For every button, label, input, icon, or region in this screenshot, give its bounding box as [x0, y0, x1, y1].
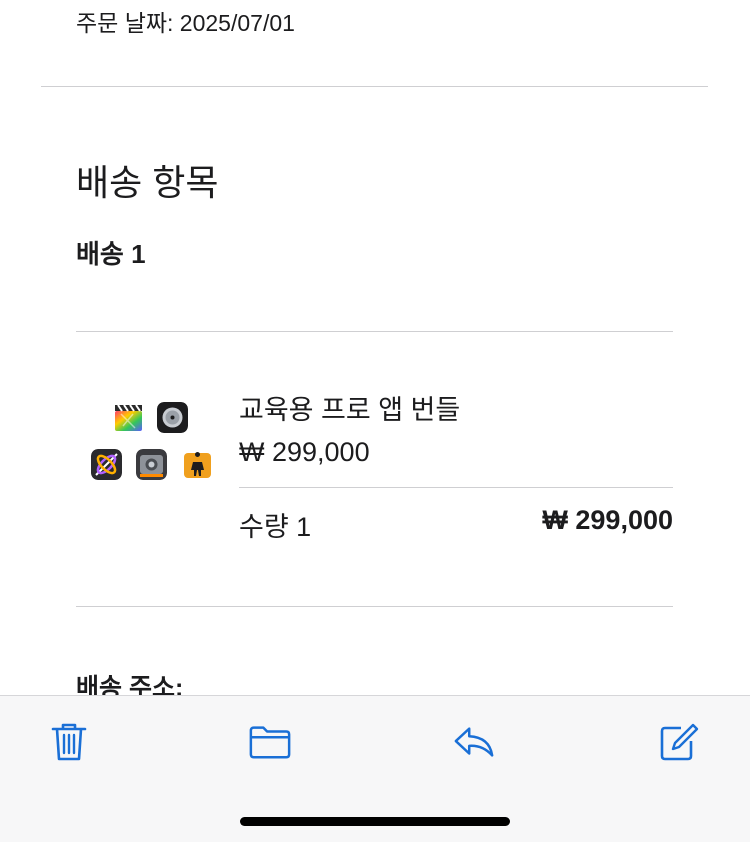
divider — [239, 487, 673, 488]
move-to-folder-button[interactable] — [248, 720, 292, 764]
divider — [41, 86, 708, 87]
final-cut-pro-icon — [113, 402, 144, 433]
item-name: 교육용 프로 앱 번들 — [239, 395, 461, 425]
logic-pro-icon — [157, 402, 188, 433]
item-unit-price: ₩ 299,000 — [239, 437, 370, 467]
item-line-total: ₩ 299,000 — [542, 505, 673, 535]
motion-icon — [91, 449, 122, 480]
reply-icon — [454, 727, 494, 757]
divider — [76, 331, 673, 332]
compressor-icon — [136, 449, 167, 480]
mainstage-icon — [182, 449, 213, 480]
home-indicator[interactable] — [240, 817, 510, 826]
compose-icon — [660, 723, 699, 761]
compose-button[interactable] — [656, 720, 700, 764]
order-date: 주문 날짜: 2025/07/01 — [76, 10, 295, 36]
shipment-label: 배송 1 — [76, 239, 146, 269]
mail-toolbar — [0, 695, 750, 842]
item-quantity: 수량 1 — [239, 512, 312, 542]
folder-icon — [249, 726, 291, 759]
trash-icon — [51, 723, 87, 761]
reply-button[interactable] — [452, 720, 496, 764]
trash-button[interactable] — [47, 720, 91, 764]
divider — [76, 606, 673, 607]
section-title: 배송 항목 — [76, 162, 219, 203]
